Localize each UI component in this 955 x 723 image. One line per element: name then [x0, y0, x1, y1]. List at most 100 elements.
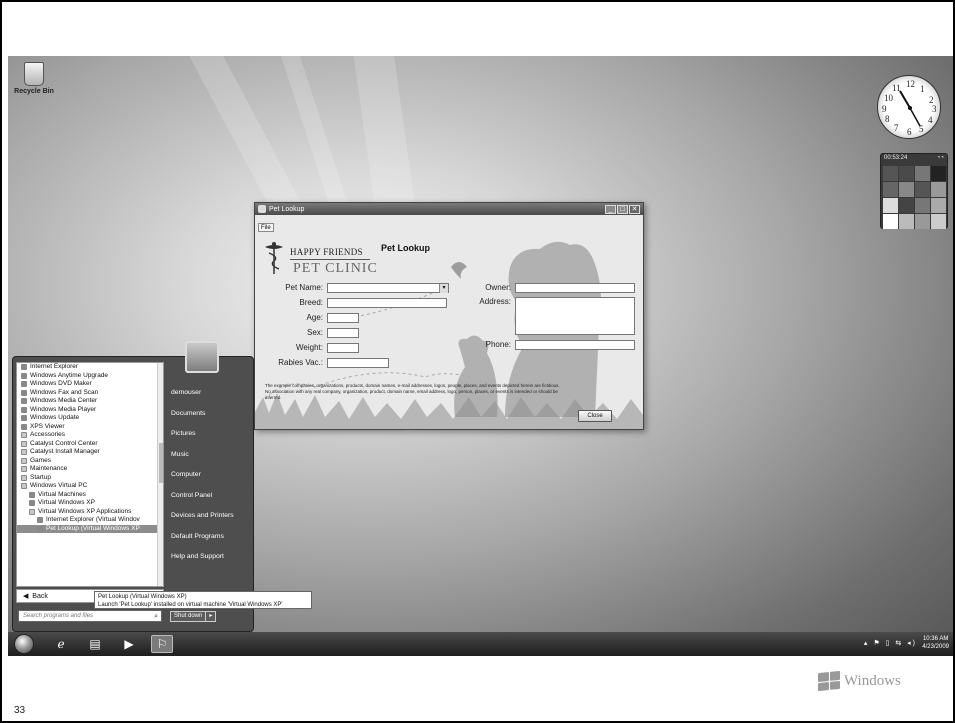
recycle-bin-label: Recycle Bin [14, 88, 54, 95]
program-folder[interactable]: Games [17, 457, 163, 466]
program-folder[interactable]: Windows Virtual PC [17, 482, 163, 491]
pet-lookup-tooltip: Pet Lookup (Virtual Windows XP) Launch '… [94, 591, 312, 609]
virtual-xp-icon [29, 500, 35, 507]
start-link-devices-printers[interactable]: Devices and Printers [163, 506, 253, 527]
program-folder[interactable]: Virtual Windows XP Applications [17, 508, 163, 517]
close-window-button[interactable]: ✕ [629, 204, 640, 214]
program-folder[interactable]: Accessories [17, 431, 163, 440]
owner-field[interactable] [515, 283, 635, 293]
folder-icon [21, 466, 27, 473]
windows-flag-icon [21, 372, 27, 379]
program-folder[interactable]: Catalyst Install Manager [17, 448, 163, 457]
sex-field[interactable] [327, 328, 359, 338]
puzzle-timer: 00:53:24 [884, 155, 908, 161]
form-heading: Pet Lookup [381, 243, 430, 253]
program-item[interactable]: Windows Media Center [17, 397, 163, 406]
program-folder[interactable]: Startup [17, 474, 163, 483]
window-content: HAPPY FRIENDS PET CLINIC Pet Lookup Pet … [255, 227, 643, 429]
internet-explorer-icon [21, 364, 27, 371]
pet-lookup-taskbar-icon[interactable]: ⚐ [151, 635, 173, 653]
chevron-right-icon[interactable]: ▸ [205, 612, 212, 621]
internet-explorer-icon [37, 517, 43, 524]
clock-display[interactable]: 10:36 AM 4/23/2009 [922, 635, 949, 651]
program-item[interactable]: Virtual Windows XP [17, 499, 163, 508]
start-link-computer[interactable]: Computer [163, 465, 253, 486]
program-item-pet-lookup[interactable]: Pet Lookup (Virtual Windows XP [17, 524, 163, 533]
minimize-button[interactable]: _ [605, 204, 616, 214]
label-age: Age: [306, 313, 323, 322]
label-rabies-vac: Rabies Vac.: [278, 358, 323, 367]
program-folder[interactable]: Catalyst Control Center [17, 440, 163, 449]
program-item[interactable]: Virtual Machines [17, 491, 163, 500]
start-link-default-programs[interactable]: Default Programs [163, 527, 253, 548]
age-field[interactable] [327, 313, 359, 323]
start-menu-right-column: demouser Documents Pictures Music Comput… [163, 383, 253, 568]
folder-icon [21, 432, 27, 439]
start-link-help-support[interactable]: Help and Support [163, 547, 253, 568]
program-folder[interactable]: Maintenance [17, 465, 163, 474]
folder-icon[interactable]: ▤ [84, 635, 106, 653]
shutdown-button[interactable]: Shut down ▸ [170, 611, 217, 622]
label-breed: Breed: [299, 298, 323, 307]
brand-wordmark: Windows [844, 672, 901, 689]
program-item[interactable]: Windows DVD Maker [17, 380, 163, 389]
close-button[interactable]: Close [578, 410, 612, 422]
window-titlebar[interactable]: Pet Lookup _ □ ✕ [255, 203, 643, 215]
chevron-down-icon[interactable]: ▾ [439, 284, 448, 293]
program-item[interactable]: Windows Anytime Upgrade [17, 372, 163, 381]
label-weight: Weight: [296, 343, 323, 352]
program-item[interactable]: Internet Explorer (Virtual Windov [17, 516, 163, 525]
virtual-machines-icon [29, 491, 35, 498]
back-arrow-icon: ◀ [23, 593, 33, 600]
clock-gadget[interactable]: 12 1 2 3 4 5 6 7 8 9 10 11 [877, 75, 941, 139]
internet-explorer-icon[interactable]: ℯ [50, 635, 72, 653]
desktop: Recycle Bin 12 1 2 3 4 5 6 7 8 9 10 11 0… [8, 56, 953, 656]
pet-name-combobox[interactable]: ▾ [327, 283, 449, 293]
pet-lookup-window[interactable]: Pet Lookup _ □ ✕ File HAPPY FRIENDS PET … [254, 202, 644, 430]
label-pet-name: Pet Name: [285, 283, 323, 292]
start-button[interactable] [14, 634, 34, 654]
fax-icon [21, 389, 27, 396]
system-tray[interactable]: ▴ ⚑ ▯ ⇆ ◂) [864, 639, 917, 647]
window-title: Pet Lookup [269, 205, 305, 213]
folder-icon [21, 457, 27, 464]
clock-hands-icon [899, 90, 921, 127]
recycle-bin-icon[interactable]: Recycle Bin [12, 62, 56, 95]
puzzle-grid[interactable] [881, 164, 947, 231]
program-item[interactable]: Windows Update [17, 414, 163, 423]
dvd-icon [21, 381, 27, 388]
phone-field[interactable] [515, 340, 635, 350]
search-input[interactable]: Search programs and files ⌕ [18, 610, 162, 622]
tooltip-title: Pet Lookup (Virtual Windows XP) [98, 594, 187, 600]
media-player-icon [21, 406, 27, 413]
media-center-icon [21, 398, 27, 405]
program-item[interactable]: Internet Explorer [17, 363, 163, 372]
program-item[interactable]: XPS Viewer [17, 423, 163, 432]
all-programs-list[interactable]: Internet Explorer Windows Anytime Upgrad… [16, 362, 164, 587]
media-player-icon[interactable]: ▶ [118, 635, 140, 653]
folder-icon [21, 449, 27, 456]
start-link-documents[interactable]: Documents [163, 404, 253, 425]
user-avatar[interactable] [185, 341, 219, 373]
trash-icon [24, 62, 44, 86]
dog-app-icon [37, 525, 43, 532]
puzzle-controls-icon[interactable]: ◔◔ [937, 155, 944, 163]
breed-field[interactable] [327, 298, 447, 308]
search-icon[interactable]: ⌕ [154, 612, 158, 622]
logo-happy-friends: HAPPY FRIENDS [290, 247, 363, 257]
picture-puzzle-gadget[interactable]: 00:53:24 ◔◔ [880, 153, 948, 229]
xps-viewer-icon [21, 423, 27, 430]
start-link-control-panel[interactable]: Control Panel [163, 486, 253, 507]
program-item[interactable]: Windows Fax and Scan [17, 389, 163, 398]
slide-page-number: 33 [14, 705, 26, 716]
start-link-pictures[interactable]: Pictures [163, 424, 253, 445]
start-link-music[interactable]: Music [163, 445, 253, 466]
maximize-button[interactable]: □ [617, 204, 628, 214]
rabies-vac-field[interactable] [327, 358, 389, 368]
weight-field[interactable] [327, 343, 359, 353]
label-owner: Owner: [485, 283, 511, 292]
start-link-user[interactable]: demouser [163, 383, 253, 404]
caduceus-logo-icon [265, 242, 283, 274]
program-item[interactable]: Windows Media Player [17, 406, 163, 415]
address-field[interactable] [515, 297, 635, 335]
